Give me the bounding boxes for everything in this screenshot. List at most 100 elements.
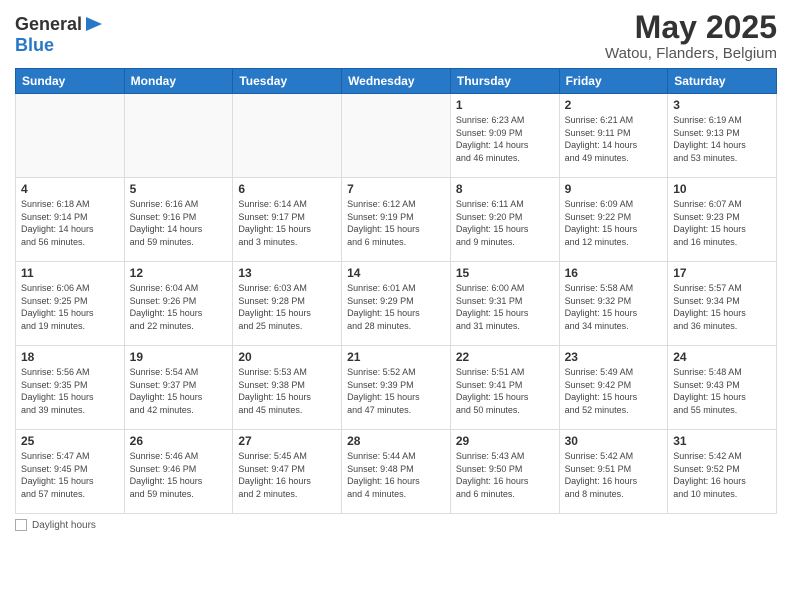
calendar-cell: 29Sunrise: 5:43 AM Sunset: 9:50 PM Dayli…	[450, 430, 559, 514]
day-info: Sunrise: 6:04 AM Sunset: 9:26 PM Dayligh…	[130, 282, 228, 332]
header: General Blue May 2025 Watou, Flanders, B…	[15, 10, 777, 62]
calendar-cell: 22 Sunrise: 5:51 AM Sunset: 9:41 PM Dayli…	[450, 346, 559, 430]
day-info: Sunrise: 6:16 AM Sunset: 9:16 PM Dayligh…	[130, 198, 228, 248]
day-number: 20	[238, 350, 336, 364]
calendar-cell: 2Sunrise: 6:21 AM Sunset: 9:11 PM Daylig…	[559, 94, 668, 178]
weekday-header-wednesday: Wednesday	[342, 69, 451, 94]
calendar-cell: 24 Sunrise: 5:48 AM Sunset: 9:43 PM Dayli…	[668, 346, 777, 430]
calendar-cell: 15 Sunrise: 6:00 AM Sunset: 9:31 PM Dayli…	[450, 262, 559, 346]
day-number: 3	[673, 98, 771, 112]
day-info: Sunrise: 5:58 AM Sunset: 9:32 PM Dayligh…	[565, 282, 663, 332]
day-info: Sunrise: 5:44 AM Sunset: 9:48 PM Dayligh…	[347, 450, 445, 500]
calendar-cell	[124, 94, 233, 178]
day-info: Sunrise: 5:49 AM Sunset: 9:42 PM Dayligh…	[565, 366, 663, 416]
weekday-header-friday: Friday	[559, 69, 668, 94]
day-number: 15	[456, 266, 554, 280]
page-container: General Blue May 2025 Watou, Flanders, B…	[0, 0, 792, 541]
legend: Daylight hours	[15, 519, 96, 531]
calendar-cell: 1Sunrise: 6:23 AM Sunset: 9:09 PM Daylig…	[450, 94, 559, 178]
day-number: 18	[21, 350, 119, 364]
calendar-table: SundayMondayTuesdayWednesdayThursdayFrid…	[15, 68, 777, 514]
weekday-header-thursday: Thursday	[450, 69, 559, 94]
calendar-cell: 20 Sunrise: 5:53 AM Sunset: 9:38 PM Dayli…	[233, 346, 342, 430]
day-info: Sunrise: 5:53 AM Sunset: 9:38 PM Dayligh…	[238, 366, 336, 416]
day-number: 23	[565, 350, 663, 364]
day-info: Sunrise: 6:12 AM Sunset: 9:19 PM Dayligh…	[347, 198, 445, 248]
day-number: 13	[238, 266, 336, 280]
legend-box	[15, 519, 27, 531]
calendar-cell: 30 Sunrise: 5:42 AM Sunset: 9:51 PM Dayli…	[559, 430, 668, 514]
day-info: Sunrise: 6:00 AM Sunset: 9:31 PM Dayligh…	[456, 282, 554, 332]
day-number: 26	[130, 434, 228, 448]
day-info: Sunrise: 6:14 AM Sunset: 9:17 PM Dayligh…	[238, 198, 336, 248]
day-info: Sunrise: 6:23 AM Sunset: 9:09 PM Dayligh…	[456, 114, 554, 164]
day-info: Sunrise: 6:18 AM Sunset: 9:14 PM Dayligh…	[21, 198, 119, 248]
day-number: 6	[238, 182, 336, 196]
day-number: 30	[565, 434, 663, 448]
calendar-cell: 6 Sunrise: 6:14 AM Sunset: 9:17 PM Daylig…	[233, 178, 342, 262]
day-info: Sunrise: 6:09 AM Sunset: 9:22 PM Dayligh…	[565, 198, 663, 248]
day-number: 27	[238, 434, 336, 448]
calendar-cell: 14 Sunrise: 6:01 AM Sunset: 9:29 PM Dayli…	[342, 262, 451, 346]
calendar-cell	[233, 94, 342, 178]
day-info: Sunrise: 6:06 AM Sunset: 9:25 PM Dayligh…	[21, 282, 119, 332]
footer: Daylight hours	[15, 519, 777, 531]
day-number: 17	[673, 266, 771, 280]
day-info: Sunrise: 5:47 AM Sunset: 9:45 PM Dayligh…	[21, 450, 119, 500]
day-number: 24	[673, 350, 771, 364]
day-info: Sunrise: 5:56 AM Sunset: 9:35 PM Dayligh…	[21, 366, 119, 416]
calendar-week-5: 25Sunrise: 5:47 AM Sunset: 9:45 PM Dayli…	[16, 430, 777, 514]
logo-blue-text: Blue	[15, 35, 54, 55]
logo: General Blue	[15, 14, 104, 56]
day-number: 12	[130, 266, 228, 280]
day-info: Sunrise: 5:42 AM Sunset: 9:52 PM Dayligh…	[673, 450, 771, 500]
day-number: 11	[21, 266, 119, 280]
day-number: 7	[347, 182, 445, 196]
location-title: Watou, Flanders, Belgium	[605, 45, 777, 62]
day-number: 9	[565, 182, 663, 196]
calendar-header-row: SundayMondayTuesdayWednesdayThursdayFrid…	[16, 69, 777, 94]
calendar-cell: 10Sunrise: 6:07 AM Sunset: 9:23 PM Dayli…	[668, 178, 777, 262]
calendar-cell	[342, 94, 451, 178]
day-number: 14	[347, 266, 445, 280]
calendar-cell: 7 Sunrise: 6:12 AM Sunset: 9:19 PM Daylig…	[342, 178, 451, 262]
calendar-week-3: 11 Sunrise: 6:06 AM Sunset: 9:25 PM Dayli…	[16, 262, 777, 346]
day-info: Sunrise: 6:19 AM Sunset: 9:13 PM Dayligh…	[673, 114, 771, 164]
title-block: May 2025 Watou, Flanders, Belgium	[605, 10, 777, 62]
calendar-cell: 18 Sunrise: 5:56 AM Sunset: 9:35 PM Dayli…	[16, 346, 125, 430]
day-number: 28	[347, 434, 445, 448]
calendar-cell	[16, 94, 125, 178]
day-info: Sunrise: 6:01 AM Sunset: 9:29 PM Dayligh…	[347, 282, 445, 332]
day-info: Sunrise: 5:54 AM Sunset: 9:37 PM Dayligh…	[130, 366, 228, 416]
day-number: 4	[21, 182, 119, 196]
weekday-header-saturday: Saturday	[668, 69, 777, 94]
day-info: Sunrise: 6:07 AM Sunset: 9:23 PM Dayligh…	[673, 198, 771, 248]
calendar-cell: 31 Sunrise: 5:42 AM Sunset: 9:52 PM Dayli…	[668, 430, 777, 514]
day-info: Sunrise: 5:42 AM Sunset: 9:51 PM Dayligh…	[565, 450, 663, 500]
day-number: 8	[456, 182, 554, 196]
day-info: Sunrise: 6:11 AM Sunset: 9:20 PM Dayligh…	[456, 198, 554, 248]
calendar-cell: 12 Sunrise: 6:04 AM Sunset: 9:26 PM Dayli…	[124, 262, 233, 346]
day-number: 22	[456, 350, 554, 364]
day-info: Sunrise: 5:45 AM Sunset: 9:47 PM Dayligh…	[238, 450, 336, 500]
calendar-week-2: 4 Sunrise: 6:18 AM Sunset: 9:14 PM Daylig…	[16, 178, 777, 262]
calendar-cell: 11 Sunrise: 6:06 AM Sunset: 9:25 PM Dayli…	[16, 262, 125, 346]
calendar-cell: 27 Sunrise: 5:45 AM Sunset: 9:47 PM Dayli…	[233, 430, 342, 514]
logo-general-text: General	[15, 14, 82, 35]
day-number: 16	[565, 266, 663, 280]
day-info: Sunrise: 6:03 AM Sunset: 9:28 PM Dayligh…	[238, 282, 336, 332]
day-info: Sunrise: 5:51 AM Sunset: 9:41 PM Dayligh…	[456, 366, 554, 416]
day-info: Sunrise: 5:57 AM Sunset: 9:34 PM Dayligh…	[673, 282, 771, 332]
calendar-cell: 8 Sunrise: 6:11 AM Sunset: 9:20 PM Daylig…	[450, 178, 559, 262]
calendar-cell: 9 Sunrise: 6:09 AM Sunset: 9:22 PM Daylig…	[559, 178, 668, 262]
calendar-cell: 5Sunrise: 6:16 AM Sunset: 9:16 PM Daylig…	[124, 178, 233, 262]
day-number: 21	[347, 350, 445, 364]
calendar-cell: 25Sunrise: 5:47 AM Sunset: 9:45 PM Dayli…	[16, 430, 125, 514]
day-info: Sunrise: 5:48 AM Sunset: 9:43 PM Dayligh…	[673, 366, 771, 416]
calendar-cell: 19Sunrise: 5:54 AM Sunset: 9:37 PM Dayli…	[124, 346, 233, 430]
calendar-cell: 16 Sunrise: 5:58 AM Sunset: 9:32 PM Dayli…	[559, 262, 668, 346]
logo-flag-icon	[84, 15, 104, 33]
day-number: 31	[673, 434, 771, 448]
calendar-cell: 17 Sunrise: 5:57 AM Sunset: 9:34 PM Dayli…	[668, 262, 777, 346]
day-number: 29	[456, 434, 554, 448]
